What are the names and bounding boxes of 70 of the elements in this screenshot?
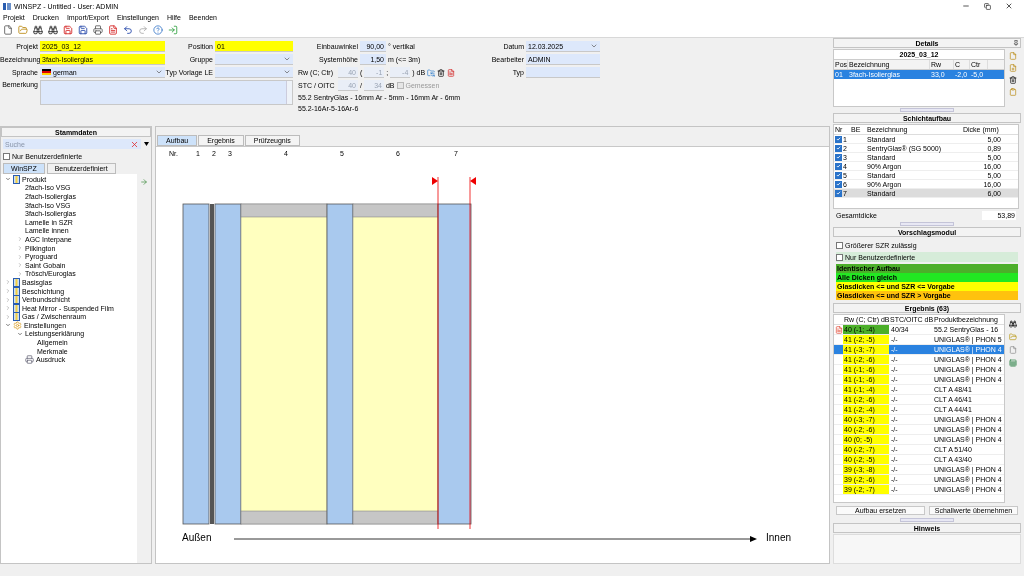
new-document-icon[interactable] <box>1009 52 1017 60</box>
close-icon[interactable] <box>1005 2 1013 10</box>
input-field[interactable] <box>526 67 600 78</box>
binoculars-icon[interactable] <box>48 24 58 35</box>
expand-chevron-icon[interactable] <box>5 296 11 303</box>
pdf-icon[interactable] <box>108 24 118 35</box>
trash-icon[interactable] <box>1009 76 1017 84</box>
binoculars-icon[interactable] <box>33 24 43 35</box>
splitter-handle[interactable] <box>900 222 954 226</box>
add-arrow-icon[interactable] <box>140 178 148 186</box>
inside-label: Innen <box>766 532 792 544</box>
expand-chevron-icon[interactable] <box>17 245 23 252</box>
checkbox[interactable] <box>835 189 842 197</box>
expand-chevron-icon[interactable] <box>17 270 23 277</box>
spreadsheet-icon[interactable] <box>1009 359 1017 367</box>
chevron-down-icon <box>590 42 598 50</box>
exit-icon[interactable] <box>168 24 178 35</box>
expand-chevron-icon[interactable] <box>17 262 23 269</box>
expand-chevron-icon[interactable] <box>17 253 23 260</box>
pdf-icon[interactable] <box>834 325 843 334</box>
minimize-icon[interactable] <box>962 2 970 10</box>
splitter-handle[interactable] <box>900 108 954 112</box>
splitter-handle[interactable] <box>900 518 954 522</box>
dropdown-triangle-icon[interactable] <box>144 142 149 146</box>
expand-chevron-icon[interactable] <box>17 236 23 243</box>
printer-icon <box>25 355 34 365</box>
boundary-markers-drawing[interactable] <box>432 176 476 530</box>
checkbox[interactable] <box>3 152 10 160</box>
scrollbar[interactable] <box>286 81 292 104</box>
checkbox[interactable] <box>835 180 842 188</box>
glass-pane-icon <box>13 174 20 184</box>
folder-icon[interactable] <box>1009 333 1017 341</box>
collapse-chevron-icon[interactable] <box>17 331 23 337</box>
checkbox[interactable] <box>836 253 843 261</box>
clear-icon[interactable] <box>130 139 139 149</box>
redo-icon[interactable] <box>138 24 148 35</box>
add-document-icon[interactable] <box>1009 64 1017 72</box>
expand-chevron-icon[interactable] <box>5 279 11 286</box>
remark-textarea[interactable] <box>40 80 293 105</box>
binoculars-icon[interactable] <box>1009 320 1017 328</box>
clipboard-icon[interactable] <box>1009 88 1017 96</box>
printer-icon[interactable] <box>93 24 103 35</box>
flag-icon <box>42 69 51 75</box>
expand-chevron-icon[interactable] <box>5 288 11 294</box>
undo-icon[interactable] <box>123 24 133 35</box>
checkbox[interactable] <box>835 162 842 170</box>
app-icon <box>3 2 11 10</box>
restore-icon[interactable] <box>984 2 991 10</box>
gear-icon <box>13 320 22 330</box>
collapse-chevron-icon[interactable] <box>5 176 11 183</box>
document-icon[interactable] <box>1009 346 1017 354</box>
open-folder-icon[interactable] <box>18 24 28 35</box>
checkbox[interactable] <box>835 153 842 161</box>
chevron-down-icon <box>155 68 163 76</box>
expand-chevron-icon[interactable] <box>5 313 11 320</box>
new-file-icon[interactable] <box>3 24 13 35</box>
help-icon[interactable] <box>153 24 163 35</box>
checkbox[interactable] <box>835 171 842 179</box>
save-icon[interactable] <box>78 24 88 35</box>
checkbox[interactable] <box>835 144 842 152</box>
collapse-chevron-icon[interactable] <box>5 322 11 329</box>
checkbox[interactable] <box>836 241 843 249</box>
pin-icon[interactable] <box>1013 40 1019 46</box>
trash-icon[interactable] <box>437 68 446 77</box>
outside-label: Außen <box>182 532 212 544</box>
save-icon[interactable] <box>63 24 73 35</box>
checkbox[interactable] <box>835 135 842 143</box>
dropdown-field[interactable] <box>215 67 293 78</box>
expand-chevron-icon[interactable] <box>5 305 11 312</box>
dropdown-field[interactable] <box>215 54 293 65</box>
